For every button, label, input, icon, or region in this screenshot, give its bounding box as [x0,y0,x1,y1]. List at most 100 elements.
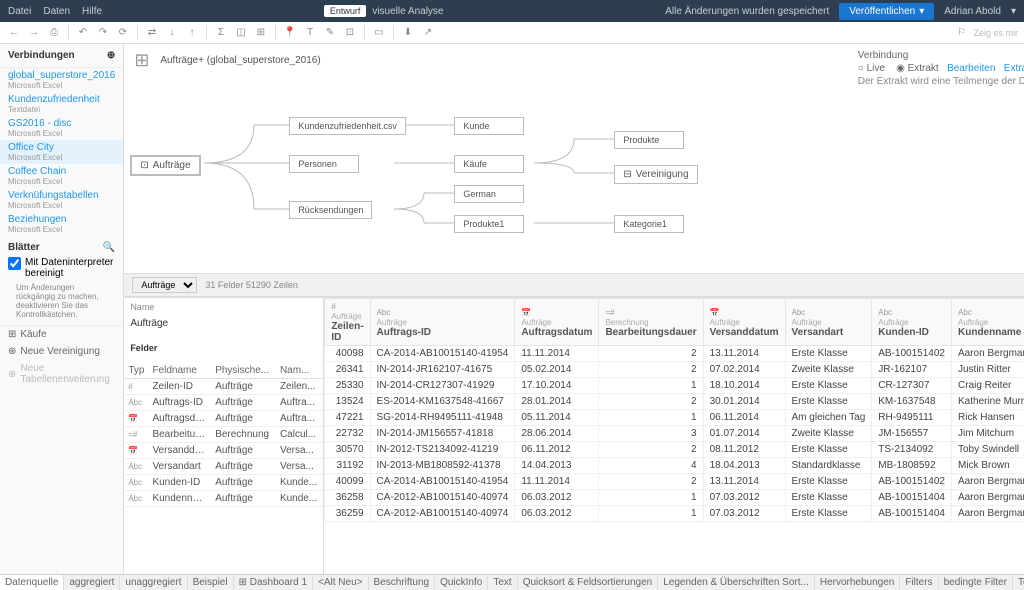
back-icon[interactable]: ← [6,25,22,41]
sheet-tab[interactable]: bedingte Filter [939,575,1013,590]
menu-help[interactable]: Hilfe [82,6,102,17]
node-verein[interactable]: ⊟Vereinigung [614,165,697,184]
connection-item[interactable]: global_superstore_2016Microsoft Excel [0,68,123,92]
sort-asc-icon[interactable]: ↓ [164,25,180,41]
node-produkte1[interactable]: Produkte1 [454,215,524,233]
col-type[interactable]: Typ [124,363,148,379]
menu-file[interactable]: Datei [8,6,31,17]
highlight-icon[interactable]: ◫ [233,25,249,41]
node-rueck[interactable]: Rücksendungen [289,201,372,219]
column-header[interactable]: AbcAufträgeKunden-ID [872,299,952,346]
sheet-tab[interactable]: aggregiert [64,575,120,590]
add-connection-icon[interactable]: ⊕ [107,50,115,61]
node-root[interactable]: ⊡Aufträge [130,155,200,176]
sheet-tab[interactable]: Beschriftung [369,575,436,590]
sheet-tab[interactable]: Hervorhebungen [815,575,901,590]
search-icon[interactable]: 🔍 [103,242,115,253]
sheet-tab[interactable]: Filters [900,575,938,590]
field-row[interactable]: 📅AuftragsdatumAufträgeAuftra... [124,411,323,427]
sheet-tab[interactable]: Text [488,575,517,590]
extract-radio[interactable]: ◉ Extrakt [896,63,939,74]
table-row[interactable]: 36258CA-2012-AB10015140-4097406.03.20121… [325,490,1024,506]
connection-item[interactable]: GS2016 - discMicrosoft Excel [0,116,123,140]
show-me-button[interactable]: Zeig es mir [973,28,1018,38]
publish-button[interactable]: Veröffentlichen▾ [839,3,934,20]
download-icon[interactable]: ⬇ [400,25,416,41]
node-produkte[interactable]: Produkte [614,131,684,149]
table-row[interactable]: 26341IN-2014-JR162107-4167505.02.2014207… [325,362,1024,378]
swap-icon[interactable]: ⇄ [144,25,160,41]
undo-icon[interactable]: ↶ [75,25,91,41]
column-header[interactable]: #AufträgeZeilen-ID [325,299,370,346]
field-row[interactable]: AbcKunden-IDAufträgeKunde... [124,475,323,491]
connection-item[interactable]: BeziehungenMicrosoft Excel [0,212,123,236]
data-interpreter-checkbox[interactable] [8,257,21,270]
create-extract-link[interactable]: Extrakt erstellen [1004,63,1024,74]
node-kunde[interactable]: Kunde [454,117,524,135]
sheet-tab[interactable]: Beispiel [188,575,234,590]
redo-icon[interactable]: ↷ [95,25,111,41]
table-select[interactable]: Aufträge [132,277,197,293]
join-canvas[interactable]: ⊡Aufträge Kundenzufriedenheit.csv Person… [124,93,1024,273]
field-row[interactable]: #Zeilen-IDAufträgeZeilen... [124,379,323,395]
column-header[interactable]: AbcAufträgeAuftrags-ID [370,299,515,346]
sheet-tab[interactable]: ⊞ Dashboard 1 [234,575,313,590]
column-header[interactable]: 📅AufträgeVersanddatum [703,299,785,346]
table-row[interactable]: 40098CA-2014-AB10015140-4195411.11.20142… [325,346,1024,362]
column-header[interactable]: AbcAufträgeVersandart [785,299,872,346]
table-row[interactable]: 22732IN-2014-JM156557-4181828.06.2014301… [325,426,1024,442]
field-row[interactable]: =#BearbeitungsdauerBerechnungCalcul... [124,427,323,443]
col-remote[interactable]: Nam... [276,363,323,379]
save-icon[interactable]: ⎙ [46,25,62,41]
table-row[interactable]: 25330IN-2014-CR127307-4192917.10.2014118… [325,378,1024,394]
presentation-icon[interactable]: ▭ [371,25,387,41]
field-row[interactable]: AbcVersandartAufträgeVersa... [124,459,323,475]
connection-item[interactable]: KundenzufriedenheitTextdatei [0,92,123,116]
table-row[interactable]: 30570IN-2012-TS2134092-4121906.11.201220… [325,442,1024,458]
user-name[interactable]: Adrian Abold [944,6,1001,17]
table-row[interactable]: 47221SG-2014-RH9495111-4194805.11.201410… [325,410,1024,426]
data-grid[interactable]: #AufträgeZeilen-IDAbcAufträgeAuftrags-ID… [324,298,1024,574]
forward-icon[interactable]: → [26,25,42,41]
sheet-tab[interactable]: <Alt Neu> [313,575,368,590]
column-header[interactable]: AbcAufträgeKundenname [952,299,1024,346]
sheet-tab[interactable]: Quicksort & Feldsortierungen [518,575,659,590]
pin-icon[interactable]: 📍 [282,25,298,41]
table-row[interactable]: 31192IN-2013-MB1808592-4137814.04.201341… [325,458,1024,474]
new-union-button[interactable]: ⊕Neue Vereinigung [0,343,123,360]
connection-item[interactable]: Office CityMicrosoft Excel [0,140,123,164]
new-table-extension-button[interactable]: ⊕Neue Tabellenerweiterung [0,360,123,388]
connection-item[interactable]: Coffee ChainMicrosoft Excel [0,164,123,188]
node-personen[interactable]: Personen [289,155,359,173]
table-row[interactable]: 13524ES-2014-KM1637548-4166728.01.201423… [325,394,1024,410]
sheet-tab[interactable]: Legenden & Überschriften Sort... [658,575,815,590]
node-kaeufe[interactable]: Käufe [454,155,524,173]
table-row[interactable]: 36259CA-2012-AB10015140-4097406.03.20121… [325,506,1024,522]
sort-desc-icon[interactable]: ↑ [184,25,200,41]
group-icon[interactable]: ⊞ [253,25,269,41]
field-row[interactable]: AbcAuftrags-IDAufträgeAuftra... [124,395,323,411]
totals-icon[interactable]: Σ [213,25,229,41]
node-kundencsv[interactable]: Kundenzufriedenheit.csv [289,117,406,135]
alert-icon[interactable]: ⚐ [953,25,969,41]
sheet-item[interactable]: ⊞Käufe [0,326,123,343]
datasource-title[interactable]: Aufträge+ (global_superstore_2016) [134,50,320,70]
node-kategorie1[interactable]: Kategorie1 [614,215,684,233]
col-fieldname[interactable]: Feldname [148,363,211,379]
refresh-icon[interactable]: ⟳ [115,25,131,41]
sheet-tab[interactable]: unaggregiert [120,575,187,590]
sheet-tab[interactable]: Datenquelle [0,575,64,590]
label-icon[interactable]: T [302,25,318,41]
fit-icon[interactable]: ⊡ [342,25,358,41]
connection-item[interactable]: VerknüfungstabellenMicrosoft Excel [0,188,123,212]
column-header[interactable]: 📅AufträgeAuftragsdatum [515,299,599,346]
sheet-tab[interactable]: Top 10 [1013,575,1024,590]
field-row[interactable]: AbcKundennameAufträgeKunde... [124,491,323,507]
column-header[interactable]: =#BerechnungBearbeitungsdauer [599,299,703,346]
edit-extract-link[interactable]: Bearbeiten [947,63,995,74]
node-german[interactable]: German [454,185,524,203]
col-physical[interactable]: Physische... [211,363,276,379]
share-icon[interactable]: ↗ [420,25,436,41]
field-row[interactable]: 📅VersanddatumAufträgeVersa... [124,443,323,459]
format-icon[interactable]: ✎ [322,25,338,41]
